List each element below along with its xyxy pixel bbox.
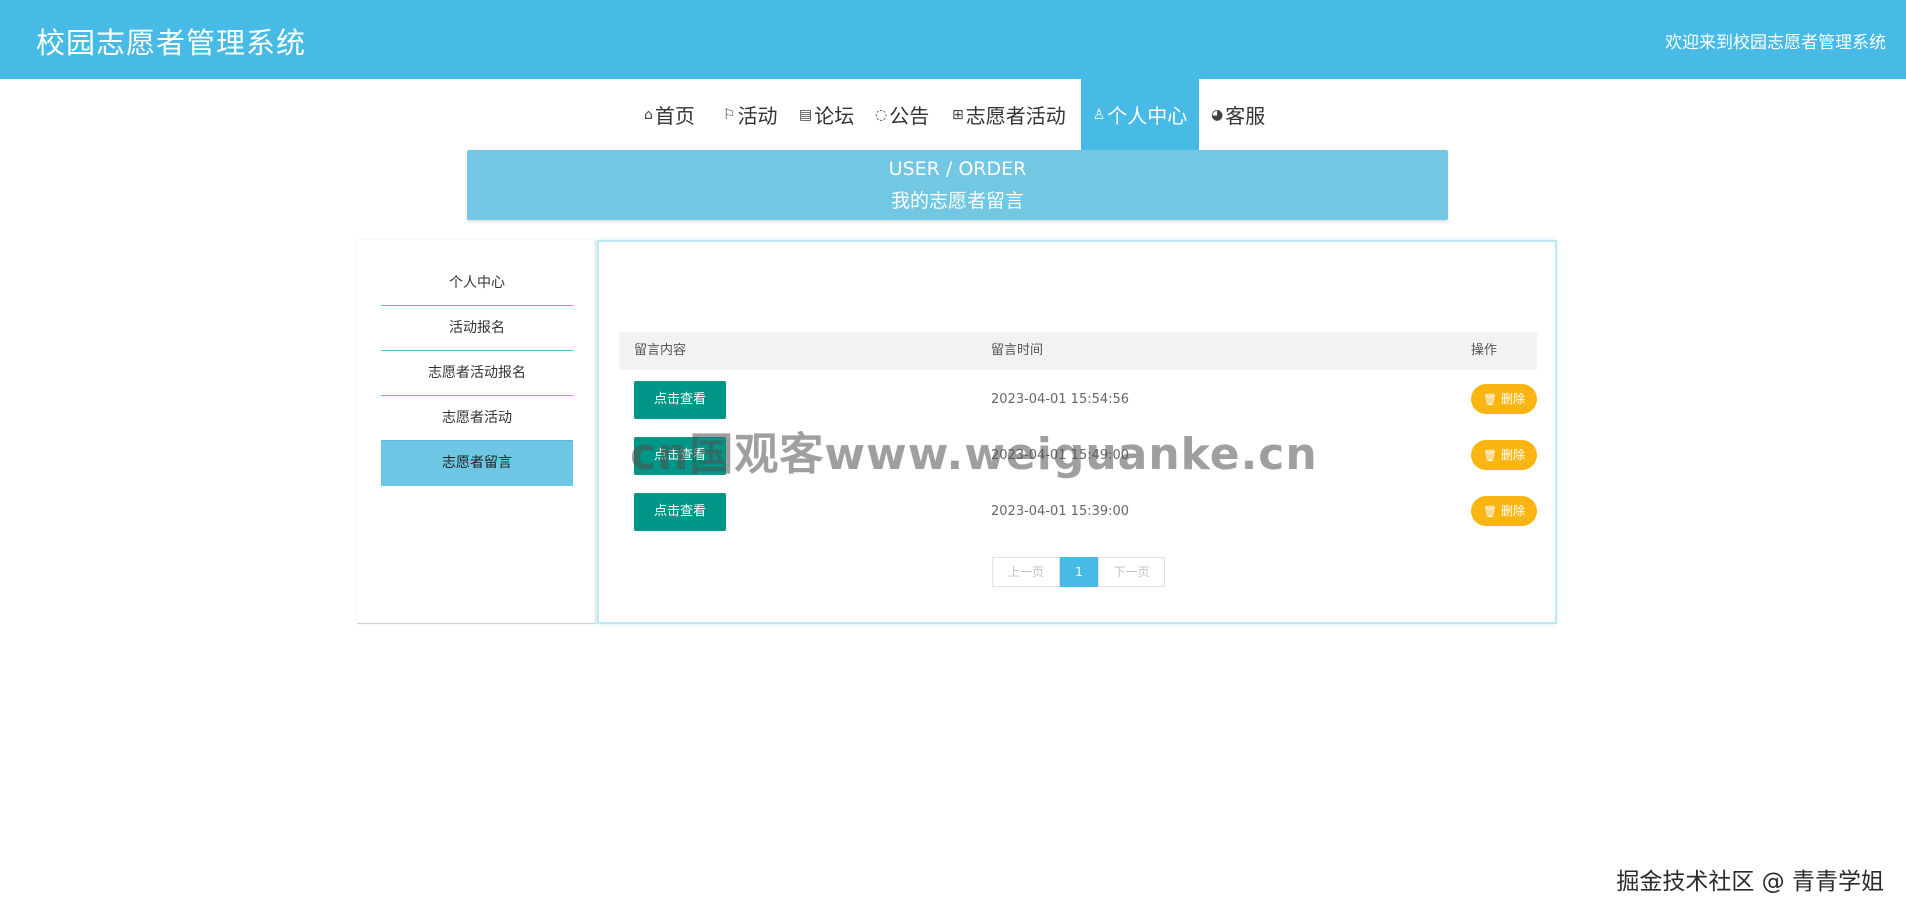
main-nav: ⌂ 首页 ⚐ 活动 ▤ 论坛 ◌ 公告 ⊞ 志愿者活动 ♙ 个人中心 ◕ 客服 — [0, 79, 1906, 150]
nav-item-label: 客服 — [1225, 104, 1266, 128]
nav-item-label: 公告 — [889, 104, 930, 128]
table-row: 点击查看 2023-04-01 15:39:00 🗑 删除 — [619, 483, 1537, 539]
delete-button[interactable]: 🗑 删除 — [1471, 496, 1537, 526]
delete-label: 删除 — [1500, 448, 1525, 462]
column-header-actions: 操作 — [1471, 343, 1498, 358]
column-header-content: 留言内容 — [634, 343, 687, 358]
nav-item-label: 志愿者活动 — [965, 104, 1066, 128]
nav-item-notice[interactable]: ◌ 公告 — [875, 79, 929, 150]
message-time: 2023-04-01 15:39:00 — [991, 504, 1130, 519]
forum-icon: ▤ — [799, 106, 813, 123]
credit-text: 掘金技术社区 @ 青青学姐 — [1616, 869, 1884, 895]
sidebar: 个人中心 活动报名 志愿者活动报名 志愿者活动 志愿者留言 — [357, 240, 596, 624]
view-button[interactable]: 点击查看 — [634, 381, 726, 419]
next-page-button[interactable]: 下一页 — [1098, 557, 1165, 587]
delete-button[interactable]: 🗑 删除 — [1471, 440, 1537, 470]
top-bar: 校园志愿者管理系统 欢迎来到校园志愿者管理系统 — [0, 0, 1906, 79]
flag-icon: ⚐ — [723, 106, 736, 123]
notice-icon: ◌ — [875, 106, 888, 123]
sidebar-item-volunteer-activity-signup[interactable]: 志愿者活动报名 — [381, 351, 573, 396]
view-button[interactable]: 点击查看 — [634, 493, 726, 531]
nav-item-activity[interactable]: ⚐ 活动 — [723, 79, 778, 150]
service-icon: ◕ — [1211, 106, 1224, 123]
trash-icon: 🗑 — [1483, 449, 1497, 462]
delete-label: 删除 — [1500, 392, 1525, 406]
nav-item-user-center[interactable]: ♙ 个人中心 — [1081, 79, 1199, 150]
prev-page-button[interactable]: 上一页 — [992, 557, 1060, 587]
nav-item-label: 活动 — [737, 104, 778, 128]
trash-icon: 🗑 — [1483, 505, 1497, 518]
nav-item-label: 论坛 — [814, 104, 855, 128]
nav-item-home[interactable]: ⌂ 首页 — [644, 79, 695, 150]
nav-item-forum[interactable]: ▤ 论坛 — [799, 79, 854, 150]
sidebar-item-volunteer-message[interactable]: 志愿者留言 — [381, 441, 573, 486]
trash-icon: 🗑 — [1483, 393, 1497, 406]
page-title: 我的志愿者留言 — [890, 190, 1024, 212]
sidebar-item-activity-signup[interactable]: 活动报名 — [381, 306, 573, 351]
column-header-time: 留言时间 — [991, 343, 1044, 358]
table-header: 留言内容 留言时间 操作 — [619, 332, 1537, 370]
current-page-button[interactable]: 1 — [1060, 557, 1098, 587]
delete-button[interactable]: 🗑 删除 — [1471, 384, 1537, 414]
home-icon: ⌂ — [644, 106, 653, 123]
welcome-text: 欢迎来到校园志愿者管理系统 — [1665, 33, 1886, 53]
banner-subtitle: USER / ORDER — [888, 158, 1027, 180]
user-icon: ♙ — [1092, 106, 1106, 123]
nav-item-volunteer-activity[interactable]: ⊞ 志愿者活动 — [952, 79, 1066, 150]
gift-icon: ⊞ — [952, 106, 964, 123]
sidebar-item-user-center[interactable]: 个人中心 — [381, 261, 573, 306]
delete-label: 删除 — [1500, 504, 1525, 518]
nav-item-label: 首页 — [654, 104, 695, 128]
nav-item-label: 个人中心 — [1107, 104, 1188, 128]
pagination: 上一页 1 下一页 — [992, 557, 1165, 587]
watermark-text: cn国观客www.weiguanke.cn — [630, 429, 1318, 480]
page-banner: USER / ORDER 我的志愿者留言 — [467, 150, 1448, 220]
site-title: 校园志愿者管理系统 — [36, 26, 307, 60]
sidebar-item-volunteer-activity[interactable]: 志愿者活动 — [381, 396, 573, 441]
nav-item-customer-service[interactable]: ◕ 客服 — [1211, 79, 1265, 150]
